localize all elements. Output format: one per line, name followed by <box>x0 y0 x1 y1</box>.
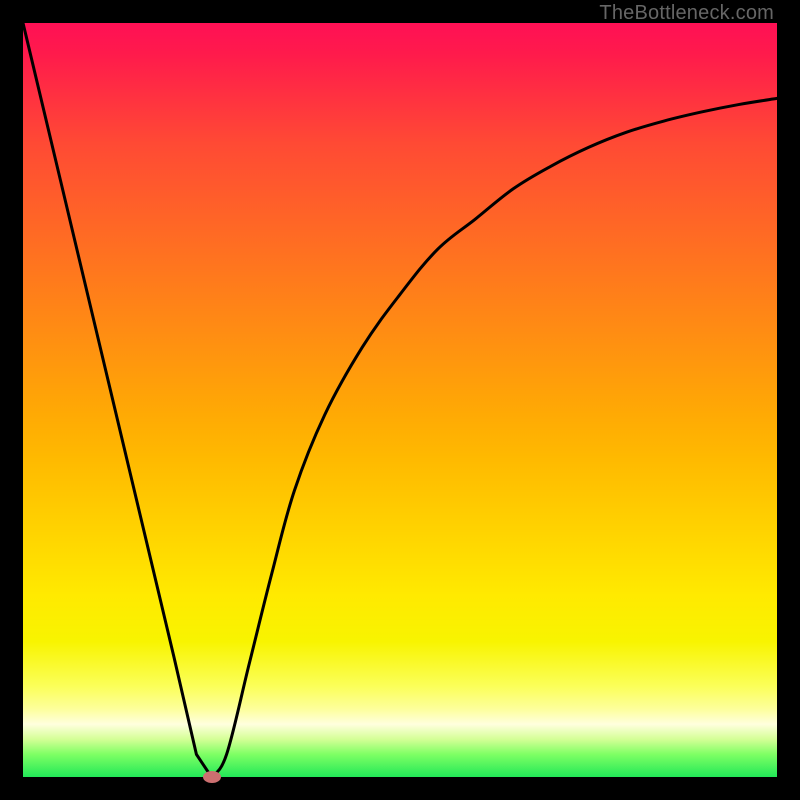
optimum-marker <box>203 771 221 783</box>
chart-frame: TheBottleneck.com <box>0 0 800 800</box>
gradient-background <box>23 23 777 777</box>
watermark-text: TheBottleneck.com <box>599 2 774 25</box>
